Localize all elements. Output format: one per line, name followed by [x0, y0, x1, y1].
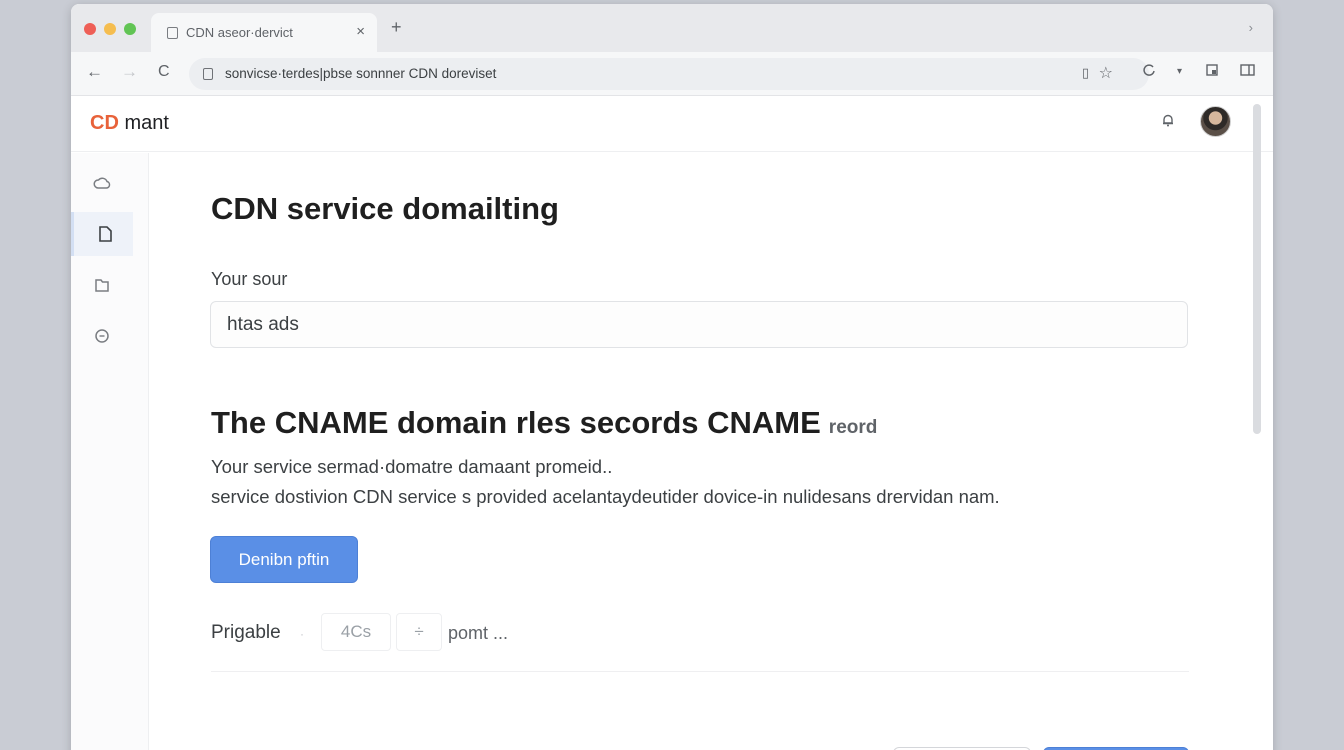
sidebar-item-documents[interactable]: [71, 212, 133, 256]
brand-name: mant: [124, 112, 169, 134]
app-logo[interactable]: CD mant: [90, 112, 169, 135]
bell-icon[interactable]: [1161, 113, 1175, 127]
picture-in-picture-icon[interactable]: [1205, 63, 1219, 80]
new-tab-button[interactable]: +: [391, 18, 402, 36]
forward-arrow-icon[interactable]: →: [121, 61, 138, 83]
description-line-2: service dostivion CDN service s provided…: [211, 486, 1000, 507]
page-info-icon[interactable]: [203, 68, 213, 80]
divider: [211, 671, 1189, 672]
pagination-count[interactable]: 4Cs: [321, 613, 391, 651]
folder-icon: [95, 279, 109, 292]
pagination-stepper[interactable]: ÷: [396, 613, 442, 651]
page-title: CDN service domailting: [211, 191, 559, 226]
reload-icon[interactable]: C: [158, 61, 170, 83]
section-title-text: The CNAME domain rles secords CNAME: [211, 405, 821, 440]
section-tag: reord: [828, 417, 878, 438]
sidebar-item-cloud[interactable]: [71, 161, 133, 205]
avatar[interactable]: [1200, 106, 1231, 137]
sidebar: [71, 153, 149, 750]
section-title: The CNAME domain rles secords CNAME reord: [211, 405, 877, 441]
bookmark-icon[interactable]: ▯: [1082, 65, 1089, 81]
page-scrollbar[interactable]: [1253, 104, 1261, 434]
source-field-label: Your sour: [211, 269, 288, 289]
tab-title: CDN aseor·dervict: [186, 25, 293, 40]
chevron-down-icon[interactable]: ▾: [1177, 66, 1182, 77]
page-favicon-icon: [167, 27, 178, 39]
star-icon[interactable]: ☆: [1099, 63, 1113, 83]
app-header: CD mant: [71, 96, 1273, 152]
url-text[interactable]: sonvicse·terdes|pbse sonnner CDN dorevis…: [225, 66, 496, 81]
side-panel-icon[interactable]: [1240, 63, 1255, 80]
browser-toolbar: ← → C sonvicse·terdes|pbse sonnner CDN d…: [71, 52, 1273, 96]
source-domain-input[interactable]: [210, 301, 1188, 348]
brand-prefix: CD: [90, 112, 119, 134]
browser-window: CDN aseor·dervict × + › ← → C sonvicse·t…: [71, 4, 1273, 750]
pagination-more[interactable]: pomt ...: [448, 623, 508, 644]
cloud-icon: [93, 177, 111, 189]
tab-search-icon[interactable]: ›: [1249, 20, 1253, 35]
tab-strip: CDN aseor·dervict × + ›: [71, 4, 1273, 52]
description-line-1: Your service sermad·domatre damaant prom…: [211, 456, 613, 477]
document-icon: [99, 226, 112, 242]
close-window-button[interactable]: [84, 23, 96, 35]
pagination-label: Prigable: [211, 622, 281, 643]
browser-tab[interactable]: CDN aseor·dervict ×: [151, 13, 377, 52]
maximize-window-button[interactable]: [124, 23, 136, 35]
pagination-separator: ·: [300, 627, 304, 641]
close-tab-icon[interactable]: ×: [356, 23, 365, 40]
primary-action-button[interactable]: Denibn pftin: [210, 536, 358, 583]
main-content: CDN service domailting Your sour The CNA…: [149, 153, 1249, 750]
address-bar[interactable]: sonvicse·terdes|pbse sonnner CDN dorevis…: [189, 58, 1149, 90]
chat-icon: [95, 329, 109, 343]
extensions-icon[interactable]: [1142, 63, 1156, 80]
sidebar-item-folder[interactable]: [71, 263, 133, 307]
minimize-window-button[interactable]: [104, 23, 116, 35]
back-arrow-icon[interactable]: ←: [86, 61, 103, 83]
sidebar-item-chat[interactable]: [71, 314, 133, 358]
